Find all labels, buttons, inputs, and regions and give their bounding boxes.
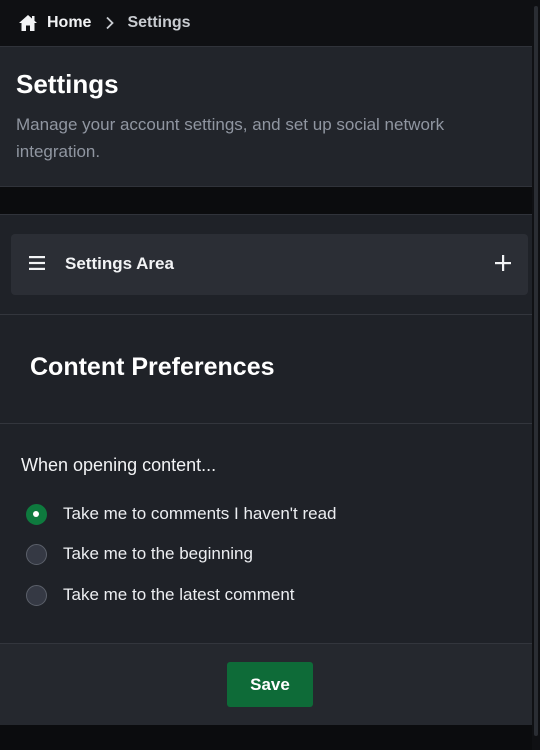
scrollbar-thumb[interactable] <box>534 6 538 736</box>
scrollbar[interactable] <box>532 0 540 750</box>
radio-option-latest[interactable]: Take me to the latest comment <box>26 583 295 607</box>
breadcrumb-current: Settings <box>127 14 191 31</box>
breadcrumb-home-link[interactable]: Home <box>47 14 91 32</box>
divider <box>0 314 532 315</box>
page-description: Manage your account settings, and set up… <box>16 115 445 161</box>
radio-option-label[interactable]: Take me to the latest comment <box>63 585 295 605</box>
page-title: Settings <box>16 69 119 99</box>
plus-icon[interactable] <box>495 255 511 271</box>
radio-button[interactable] <box>26 584 47 606</box>
chevron-right-icon <box>106 16 115 30</box>
radio-option-label[interactable]: Take me to comments I haven't read <box>63 504 337 524</box>
page-header: Settings Manage your account settings, a… <box>0 46 532 187</box>
divider <box>0 423 532 424</box>
form-footer: Save <box>0 643 532 725</box>
save-button[interactable]: Save <box>227 662 313 707</box>
section-title: Content Preferences <box>30 353 275 381</box>
menu-icon[interactable] <box>29 256 45 270</box>
settings-area-bar[interactable]: Settings Area <box>11 234 528 295</box>
settings-area-label: Settings Area <box>65 254 174 273</box>
radio-option-beginning[interactable]: Take me to the beginning <box>26 542 253 566</box>
settings-page: Home Settings Settings Manage your accou… <box>0 0 540 750</box>
home-icon[interactable] <box>18 13 38 33</box>
breadcrumb: Home Settings <box>0 0 532 46</box>
radio-button[interactable] <box>26 543 47 565</box>
radio-button-checked[interactable] <box>26 503 47 525</box>
radio-option-unread[interactable]: Take me to comments I haven't read <box>26 502 337 526</box>
radio-option-label[interactable]: Take me to the beginning <box>63 544 253 564</box>
radio-group-label: When opening content... <box>21 455 217 475</box>
settings-panel: Settings Area Content Preferences When o… <box>0 214 532 725</box>
